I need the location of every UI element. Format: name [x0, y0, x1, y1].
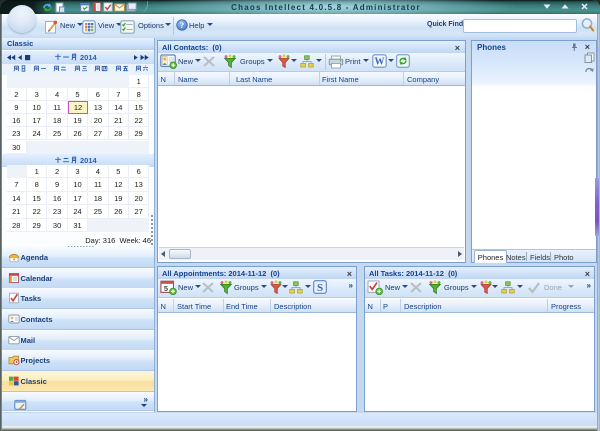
svg-text:S: S	[317, 282, 323, 294]
svg-text:5: 5	[164, 284, 168, 293]
svg-text:?: ?	[180, 21, 184, 30]
svg-text:W: W	[375, 57, 385, 68]
